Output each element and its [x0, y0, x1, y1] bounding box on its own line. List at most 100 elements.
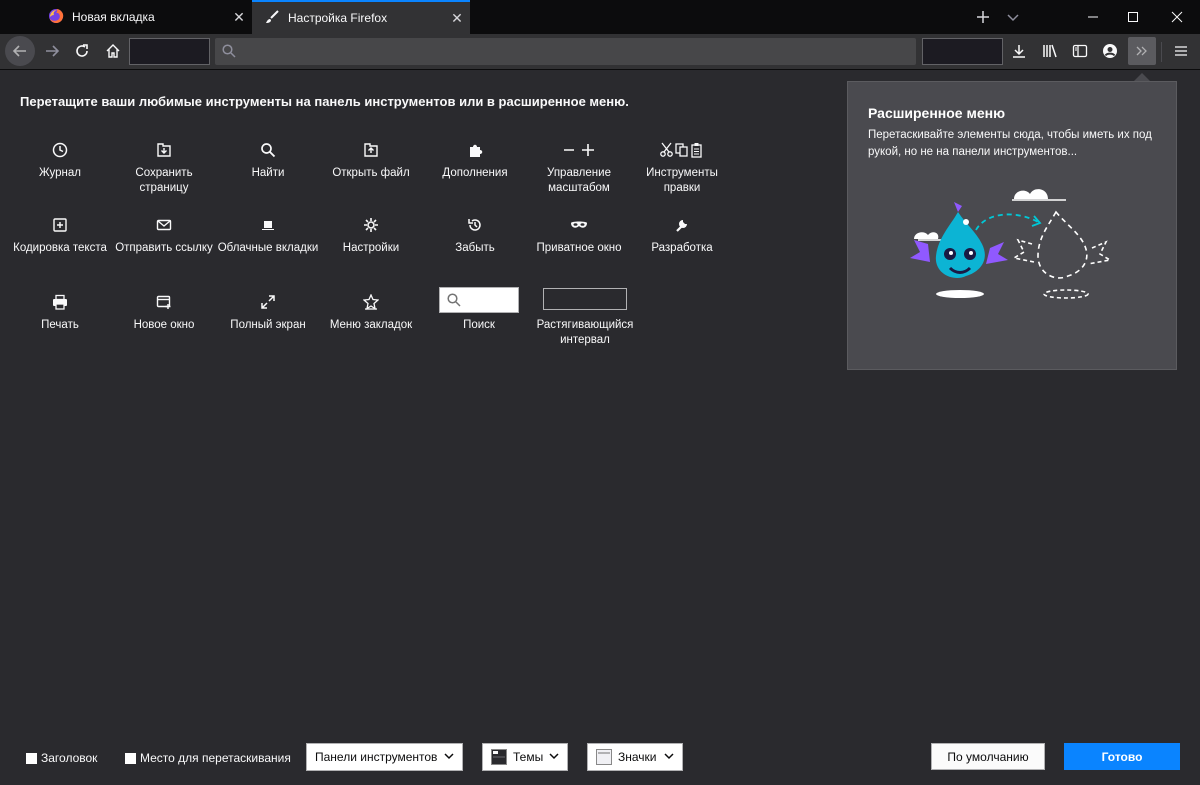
palette-item-forget[interactable]: Забыть — [423, 215, 527, 256]
title-bar-checkbox[interactable]: Заголовок — [26, 751, 97, 765]
palette-item-label: Облачные вкладки — [217, 242, 319, 254]
theme-thumbnail-icon — [491, 749, 507, 765]
density-dropdown[interactable]: Значки — [587, 743, 683, 771]
palette-item-save-page[interactable]: Сохранить страницу — [112, 140, 216, 196]
flexible-space-slot[interactable] — [922, 38, 1003, 65]
history-icon — [50, 140, 70, 160]
palette-item-bookmarks-menu[interactable]: Меню закладок — [319, 292, 423, 333]
palette-item-flexible-space[interactable]: Растягивающийся интервал — [516, 288, 654, 348]
account-icon[interactable] — [1096, 37, 1124, 65]
chevron-down-icon — [443, 750, 455, 765]
panel-arrow — [1134, 73, 1150, 81]
palette-item-find[interactable]: Найти — [216, 140, 320, 181]
palette-item-zoom-controls[interactable]: Управление масштабом — [527, 140, 631, 196]
text-encoding-icon — [50, 215, 70, 235]
save-page-icon — [154, 140, 174, 160]
sidebar-icon[interactable] — [1066, 37, 1094, 65]
density-thumbnail-icon — [596, 749, 612, 765]
palette-item-open-file[interactable]: Открыть файл — [319, 140, 423, 181]
overflow-chevron-icon[interactable] — [1128, 37, 1156, 65]
developer-icon — [672, 215, 692, 235]
chevron-down-icon — [548, 750, 560, 765]
close-window-icon[interactable] — [1157, 2, 1197, 32]
drag-space-checkbox[interactable]: Место для перетаскивания — [125, 751, 291, 765]
maximize-window-icon[interactable] — [1113, 2, 1153, 32]
tab-bar: Новая вкладка ✕ Настройка Firefox ✕ — [0, 0, 1200, 34]
palette-item-new-window[interactable]: Новое окно — [112, 292, 216, 333]
palette-item-print[interactable]: Печать — [8, 292, 112, 333]
done-button[interactable]: Готово — [1064, 743, 1180, 770]
library-icon[interactable] — [1036, 37, 1064, 65]
palette-item-edit-controls[interactable]: Инструменты правки — [630, 140, 734, 196]
palette-item-developer[interactable]: Разработка — [630, 215, 734, 256]
toolbars-dropdown[interactable]: Панели инструментов — [306, 743, 463, 771]
forward-arrow-icon[interactable] — [38, 37, 66, 65]
preferences-icon — [361, 215, 381, 235]
overflow-panel-title: Расширенное меню — [868, 105, 1006, 121]
palette-item-label: Приватное окно — [536, 242, 622, 254]
overflow-panel-description: Перетаскивайте элементы сюда, чтобы имет… — [868, 129, 1152, 158]
palette-item-synced-tabs[interactable]: Облачные вкладки — [216, 215, 320, 256]
hamburger-menu-icon[interactable] — [1167, 37, 1195, 65]
palette-item-label: Новое окно — [133, 319, 195, 331]
zoom-controls-icon — [559, 140, 599, 160]
palette-item-preferences[interactable]: Настройки — [319, 215, 423, 256]
bookmarks-menu-icon — [361, 292, 381, 312]
themes-dropdown[interactable]: Темы — [482, 743, 568, 771]
palette-item-label: Кодировка текста — [13, 242, 107, 254]
home-icon[interactable] — [99, 37, 127, 65]
palette-item-history[interactable]: Журнал — [8, 140, 112, 181]
downloads-icon[interactable] — [1005, 37, 1033, 65]
back-arrow-icon[interactable] — [5, 36, 35, 66]
checkbox-box[interactable] — [125, 752, 136, 764]
palette-item-label: Инструменты правки — [646, 167, 718, 194]
palette-item-label: Забыть — [455, 242, 495, 254]
new-tab-plus-icon[interactable] — [968, 2, 998, 32]
palette-item-addons[interactable]: Дополнения — [423, 140, 527, 181]
flexible-space-widget — [543, 288, 627, 310]
palette-item-label: Открыть файл — [332, 167, 410, 179]
palette-item-email-link[interactable]: Отправить ссылку — [112, 215, 216, 256]
close-tab-icon[interactable]: ✕ — [226, 4, 252, 30]
palette-item-label: Печать — [41, 319, 79, 331]
themes-dropdown-label: Темы — [513, 750, 544, 764]
flexible-space-slot[interactable] — [129, 38, 210, 65]
customize-footer: Заголовок Место для перетаскивания Панел… — [0, 738, 1200, 778]
palette-item-label: Полный экран — [230, 319, 306, 331]
list-all-tabs-chevron-icon[interactable] — [998, 2, 1028, 32]
toolbars-dropdown-label: Панели инструментов — [315, 750, 438, 764]
navigation-toolbar — [0, 34, 1200, 70]
fullscreen-icon — [258, 292, 278, 312]
toolbar-separator — [1161, 42, 1162, 62]
checkbox-box[interactable] — [26, 752, 37, 764]
palette-item-label: Найти — [251, 167, 285, 179]
tab-title: Настройка Firefox — [288, 11, 388, 25]
overflow-panel: Расширенное меню Перетаскивайте элементы… — [847, 81, 1177, 370]
restore-defaults-button[interactable]: По умолчанию — [931, 743, 1045, 770]
search-widget — [439, 287, 519, 313]
paintbrush-icon — [264, 9, 280, 28]
palette-item-text-encoding[interactable]: Кодировка текста — [8, 215, 112, 256]
overflow-illustration — [906, 182, 1126, 327]
palette-item-label: Поиск — [463, 319, 495, 331]
new-window-icon — [154, 292, 174, 312]
private-window-icon — [569, 215, 589, 235]
synced-tabs-icon — [258, 215, 278, 235]
customize-instructions: Перетащите ваши любимые инструменты на п… — [20, 94, 629, 109]
edit-controls-icon — [659, 140, 705, 160]
url-bar[interactable] — [215, 38, 916, 65]
tab-new-tab[interactable]: Новая вкладка ✕ — [38, 0, 252, 34]
email-link-icon — [154, 215, 174, 235]
firefox-logo-icon — [48, 8, 64, 27]
close-tab-icon[interactable]: ✕ — [444, 5, 470, 31]
palette-item-private-window[interactable]: Приватное окно — [527, 215, 631, 256]
minimize-window-icon[interactable] — [1073, 2, 1113, 32]
chevron-down-icon — [663, 750, 675, 765]
palette-item-fullscreen[interactable]: Полный экран — [216, 292, 320, 333]
drag-space-label: Место для перетаскивания — [140, 751, 291, 765]
reload-icon[interactable] — [68, 37, 96, 65]
palette-item-label: Сохранить страницу — [135, 167, 193, 194]
palette-item-label: Отправить ссылку — [115, 242, 213, 254]
tab-customize[interactable]: Настройка Firefox ✕ — [252, 0, 470, 34]
tab-title: Новая вкладка — [72, 10, 155, 24]
